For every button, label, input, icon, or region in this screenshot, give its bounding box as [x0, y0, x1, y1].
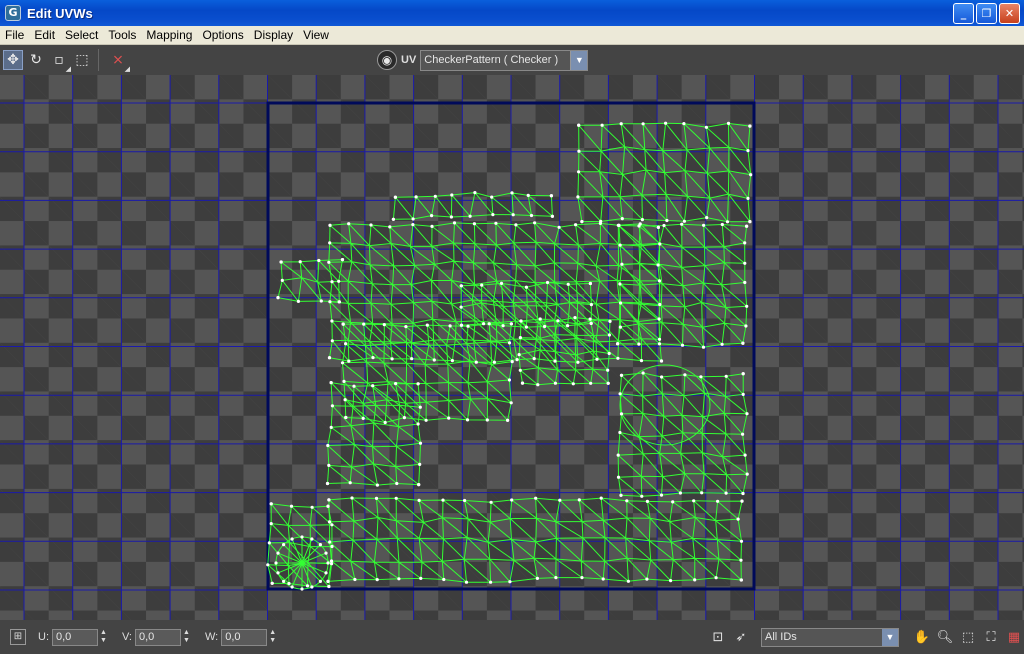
uv-grid: [0, 75, 1024, 620]
zoom-extents-button[interactable]: ⛶: [981, 627, 1001, 647]
close-button[interactable]: ✕: [999, 3, 1020, 24]
grid-snap-button[interactable]: ▦: [1004, 627, 1024, 647]
chevron-down-icon[interactable]: ▼: [570, 50, 588, 70]
freeform-button[interactable]: ⬚: [72, 50, 92, 70]
snap-icon: ▦: [1007, 629, 1021, 645]
rotate-button[interactable]: ↻: [26, 50, 46, 70]
menu-mapping[interactable]: Mapping: [141, 28, 197, 42]
menu-tools[interactable]: Tools: [103, 28, 141, 42]
zoom-region-button[interactable]: ⬚: [958, 627, 978, 647]
minimize-icon: _: [960, 7, 967, 20]
lock-selection-button[interactable]: ⊡: [708, 627, 728, 647]
close-icon: ✕: [1004, 7, 1015, 20]
u-spinner[interactable]: ▲ ▼: [99, 629, 108, 646]
window-title: Edit UVWs: [27, 5, 93, 21]
material-id-value: All IDs: [765, 630, 797, 643]
zoom-extents-icon: ⛶: [986, 629, 996, 645]
texture-select-value: CheckerPattern ( Checker ): [424, 54, 559, 66]
w-input[interactable]: 0,0: [221, 628, 268, 646]
menu-file[interactable]: File: [0, 28, 29, 42]
w-spinner[interactable]: ▲ ▼: [268, 629, 277, 646]
filter-button[interactable]: ➶: [731, 627, 751, 647]
material-id-select[interactable]: All IDs ▼: [761, 627, 899, 647]
freeform-icon: ⬚: [75, 52, 89, 68]
menu-edit[interactable]: Edit: [29, 28, 60, 42]
title-bar: G Edit UVWs _ ❐ ✕: [0, 0, 1024, 26]
menu-select[interactable]: Select: [60, 28, 103, 42]
status-bar: ⊞ U: 0,0 ▲ ▼ V: 0,0 ▲ ▼ W: 0,0 ▲ ▼ ⊡ ➶ All …: [0, 620, 1024, 654]
transform-mode-icon[interactable]: ⊞: [10, 629, 26, 645]
menu-options[interactable]: Options: [197, 28, 248, 42]
lock-icon: ⊡: [712, 629, 724, 645]
v-label: V:: [122, 631, 132, 643]
mirror-icon: ⨯: [112, 52, 124, 68]
v-input[interactable]: 0,0: [135, 628, 181, 646]
zoom-icon: 🔍︎: [936, 629, 954, 645]
show-map-button[interactable]: ◉: [377, 50, 397, 70]
globe-icon: ◉: [381, 53, 393, 67]
u-label: U:: [38, 631, 49, 643]
zoom-button[interactable]: 🔍︎: [935, 627, 955, 647]
move-button[interactable]: ✥: [3, 50, 23, 70]
uv-viewport[interactable]: [0, 75, 1024, 620]
menu-display[interactable]: Display: [249, 28, 298, 42]
rotate-icon: ↻: [30, 52, 42, 68]
mirror-button[interactable]: ⨯ ◢: [108, 50, 130, 73]
move-icon: ✥: [7, 52, 19, 68]
menu-bar: File Edit Select Tools Mapping Options D…: [0, 26, 1024, 45]
minimize-button[interactable]: _: [953, 3, 974, 24]
w-label: W:: [205, 631, 219, 643]
uv-label[interactable]: UV: [401, 54, 416, 66]
filter-icon: ➶: [735, 629, 747, 645]
app-icon: G: [5, 5, 21, 21]
hand-icon: ✋: [913, 629, 931, 645]
pan-button[interactable]: ✋: [912, 627, 932, 647]
scale-button[interactable]: ▫ ◢: [49, 50, 71, 73]
uv-toolbar: ✥ ↻ ▫ ◢ ⬚ ⨯ ◢ ◉ UV CheckerPattern ( Chec…: [0, 45, 1024, 75]
maximize-icon: ❐: [981, 7, 992, 20]
toolbar-divider: [98, 49, 99, 71]
zoom-region-icon: ⬚: [961, 629, 975, 645]
texture-select[interactable]: CheckerPattern ( Checker ) ▼: [420, 49, 589, 71]
v-spinner[interactable]: ▲ ▼: [182, 629, 191, 646]
menu-view[interactable]: View: [298, 28, 334, 42]
u-input[interactable]: 0,0: [52, 628, 98, 646]
scale-icon: ▫: [54, 52, 64, 68]
maximize-button[interactable]: ❐: [976, 3, 997, 24]
chevron-down-icon[interactable]: ▼: [882, 628, 898, 646]
